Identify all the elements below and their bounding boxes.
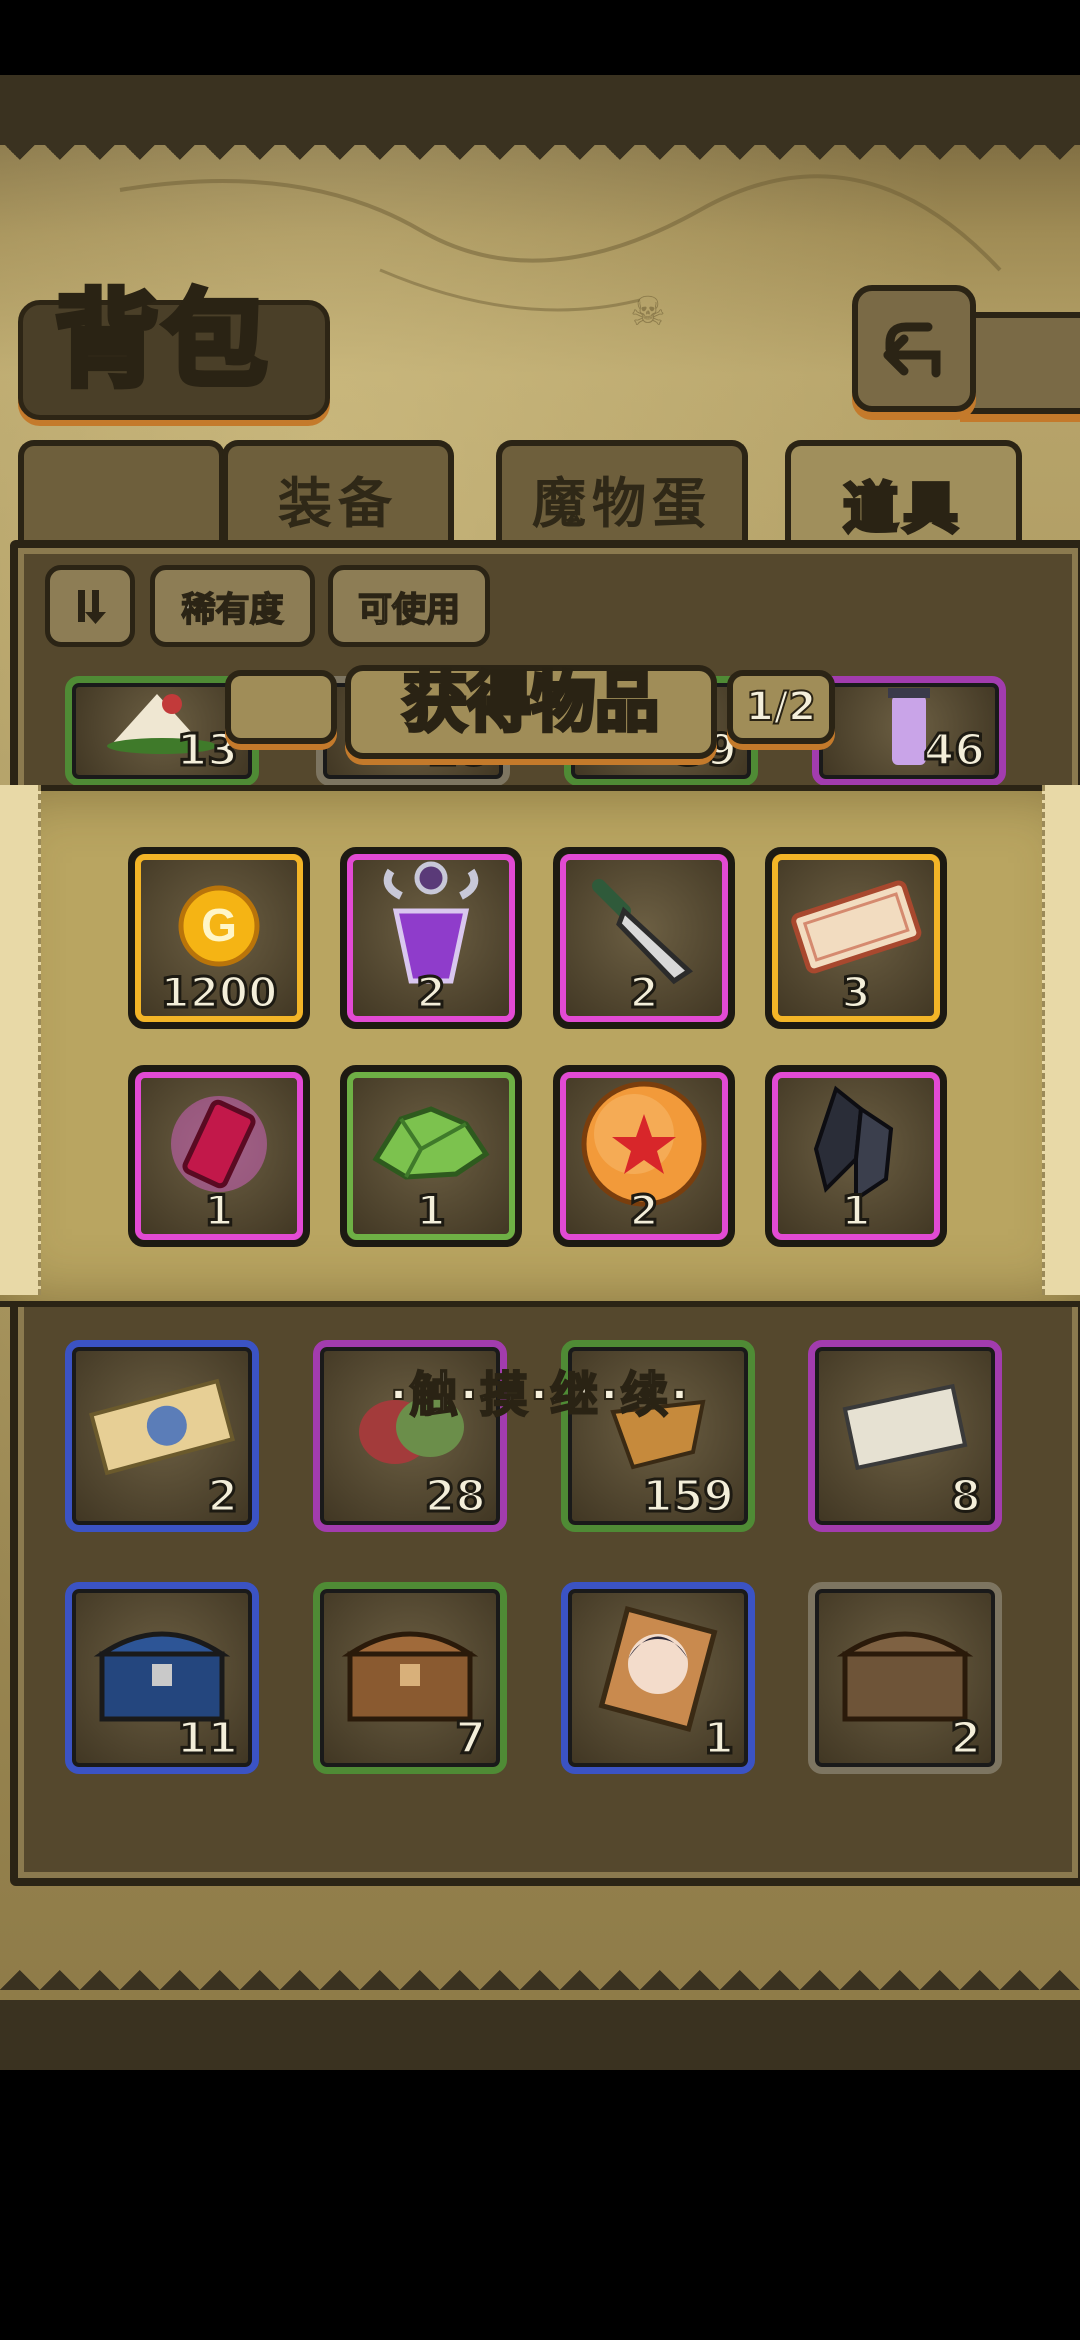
- usable-filter-button[interactable]: 可使用: [328, 565, 490, 647]
- page-title: 背包: [52, 279, 272, 401]
- inventory-slot[interactable]: 1: [561, 1582, 755, 1774]
- reward-item[interactable]: 1: [765, 1065, 947, 1247]
- document-icon: [835, 1377, 975, 1481]
- tab-monster-egg[interactable]: 魔物蛋: [496, 440, 748, 551]
- reward-item[interactable]: 1: [340, 1065, 522, 1247]
- sort-toggle-button[interactable]: [45, 565, 135, 647]
- reward-item[interactable]: 2: [340, 847, 522, 1029]
- scroll-edge-right: [1042, 785, 1080, 1295]
- bottom-zigzag-border: [0, 1950, 1080, 2000]
- sort-toggle-icon: [78, 590, 106, 624]
- inventory-slot[interactable]: 8: [808, 1340, 1002, 1532]
- tab-equipment[interactable]: 装备: [222, 440, 454, 551]
- svg-text:☠: ☠: [630, 289, 666, 335]
- tab-blank: [18, 440, 225, 551]
- reward-item[interactable]: 2: [553, 847, 735, 1029]
- popup-side-plate: [225, 670, 337, 744]
- popup-title: 获得物品: [401, 665, 661, 743]
- top-border: [0, 75, 1080, 145]
- svg-text:G: G: [201, 899, 237, 951]
- back-arrow-icon: [883, 322, 941, 377]
- reward-item[interactable]: 1: [128, 1065, 310, 1247]
- scroll-edge-left: [0, 785, 41, 1295]
- inventory-slot[interactable]: 2: [65, 1340, 259, 1532]
- voucher-icon: [786, 876, 926, 980]
- ticket-icon: [87, 1377, 237, 1481]
- reward-item[interactable]: G 1200: [128, 847, 310, 1029]
- inventory-slot[interactable]: 11: [65, 1582, 259, 1774]
- page-indicator: 1/2: [727, 670, 835, 744]
- reward-item[interactable]: 2: [553, 1065, 735, 1247]
- bottom-border: [0, 2000, 1080, 2070]
- back-button[interactable]: [852, 285, 976, 412]
- inventory-slot[interactable]: 46: [812, 676, 1006, 786]
- reward-item[interactable]: 3: [765, 847, 947, 1029]
- inventory-slot[interactable]: 2: [808, 1582, 1002, 1774]
- inventory-slot[interactable]: 7: [313, 1582, 507, 1774]
- gold-coin-icon: G: [176, 883, 262, 973]
- back-button-tail: [960, 312, 1080, 414]
- rarity-filter-button[interactable]: 稀有度: [150, 565, 315, 647]
- touch-to-continue-text: ·触·摸·继·续·: [388, 1366, 691, 1424]
